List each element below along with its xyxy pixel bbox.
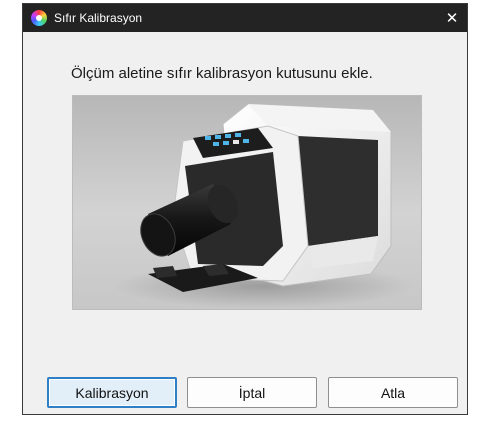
window-title: Sıfır Kalibrasyon bbox=[54, 11, 143, 25]
device-photo bbox=[72, 95, 422, 310]
calibrate-button[interactable]: Kalibrasyon bbox=[47, 377, 177, 408]
close-button[interactable]: ✕ bbox=[437, 4, 467, 32]
close-icon: ✕ bbox=[445, 10, 459, 27]
cancel-button[interactable]: İptal bbox=[187, 377, 317, 408]
instruction-text: Ölçüm aletine sıfır kalibrasyon kutusunu… bbox=[71, 65, 373, 82]
color-wheel-icon bbox=[31, 10, 47, 26]
title-bar[interactable]: Sıfır Kalibrasyon ✕ bbox=[23, 4, 467, 32]
calibration-dialog: Sıfır Kalibrasyon ✕ Ölçüm aletine sıfır … bbox=[22, 3, 468, 415]
skip-button[interactable]: Atla bbox=[328, 377, 458, 408]
